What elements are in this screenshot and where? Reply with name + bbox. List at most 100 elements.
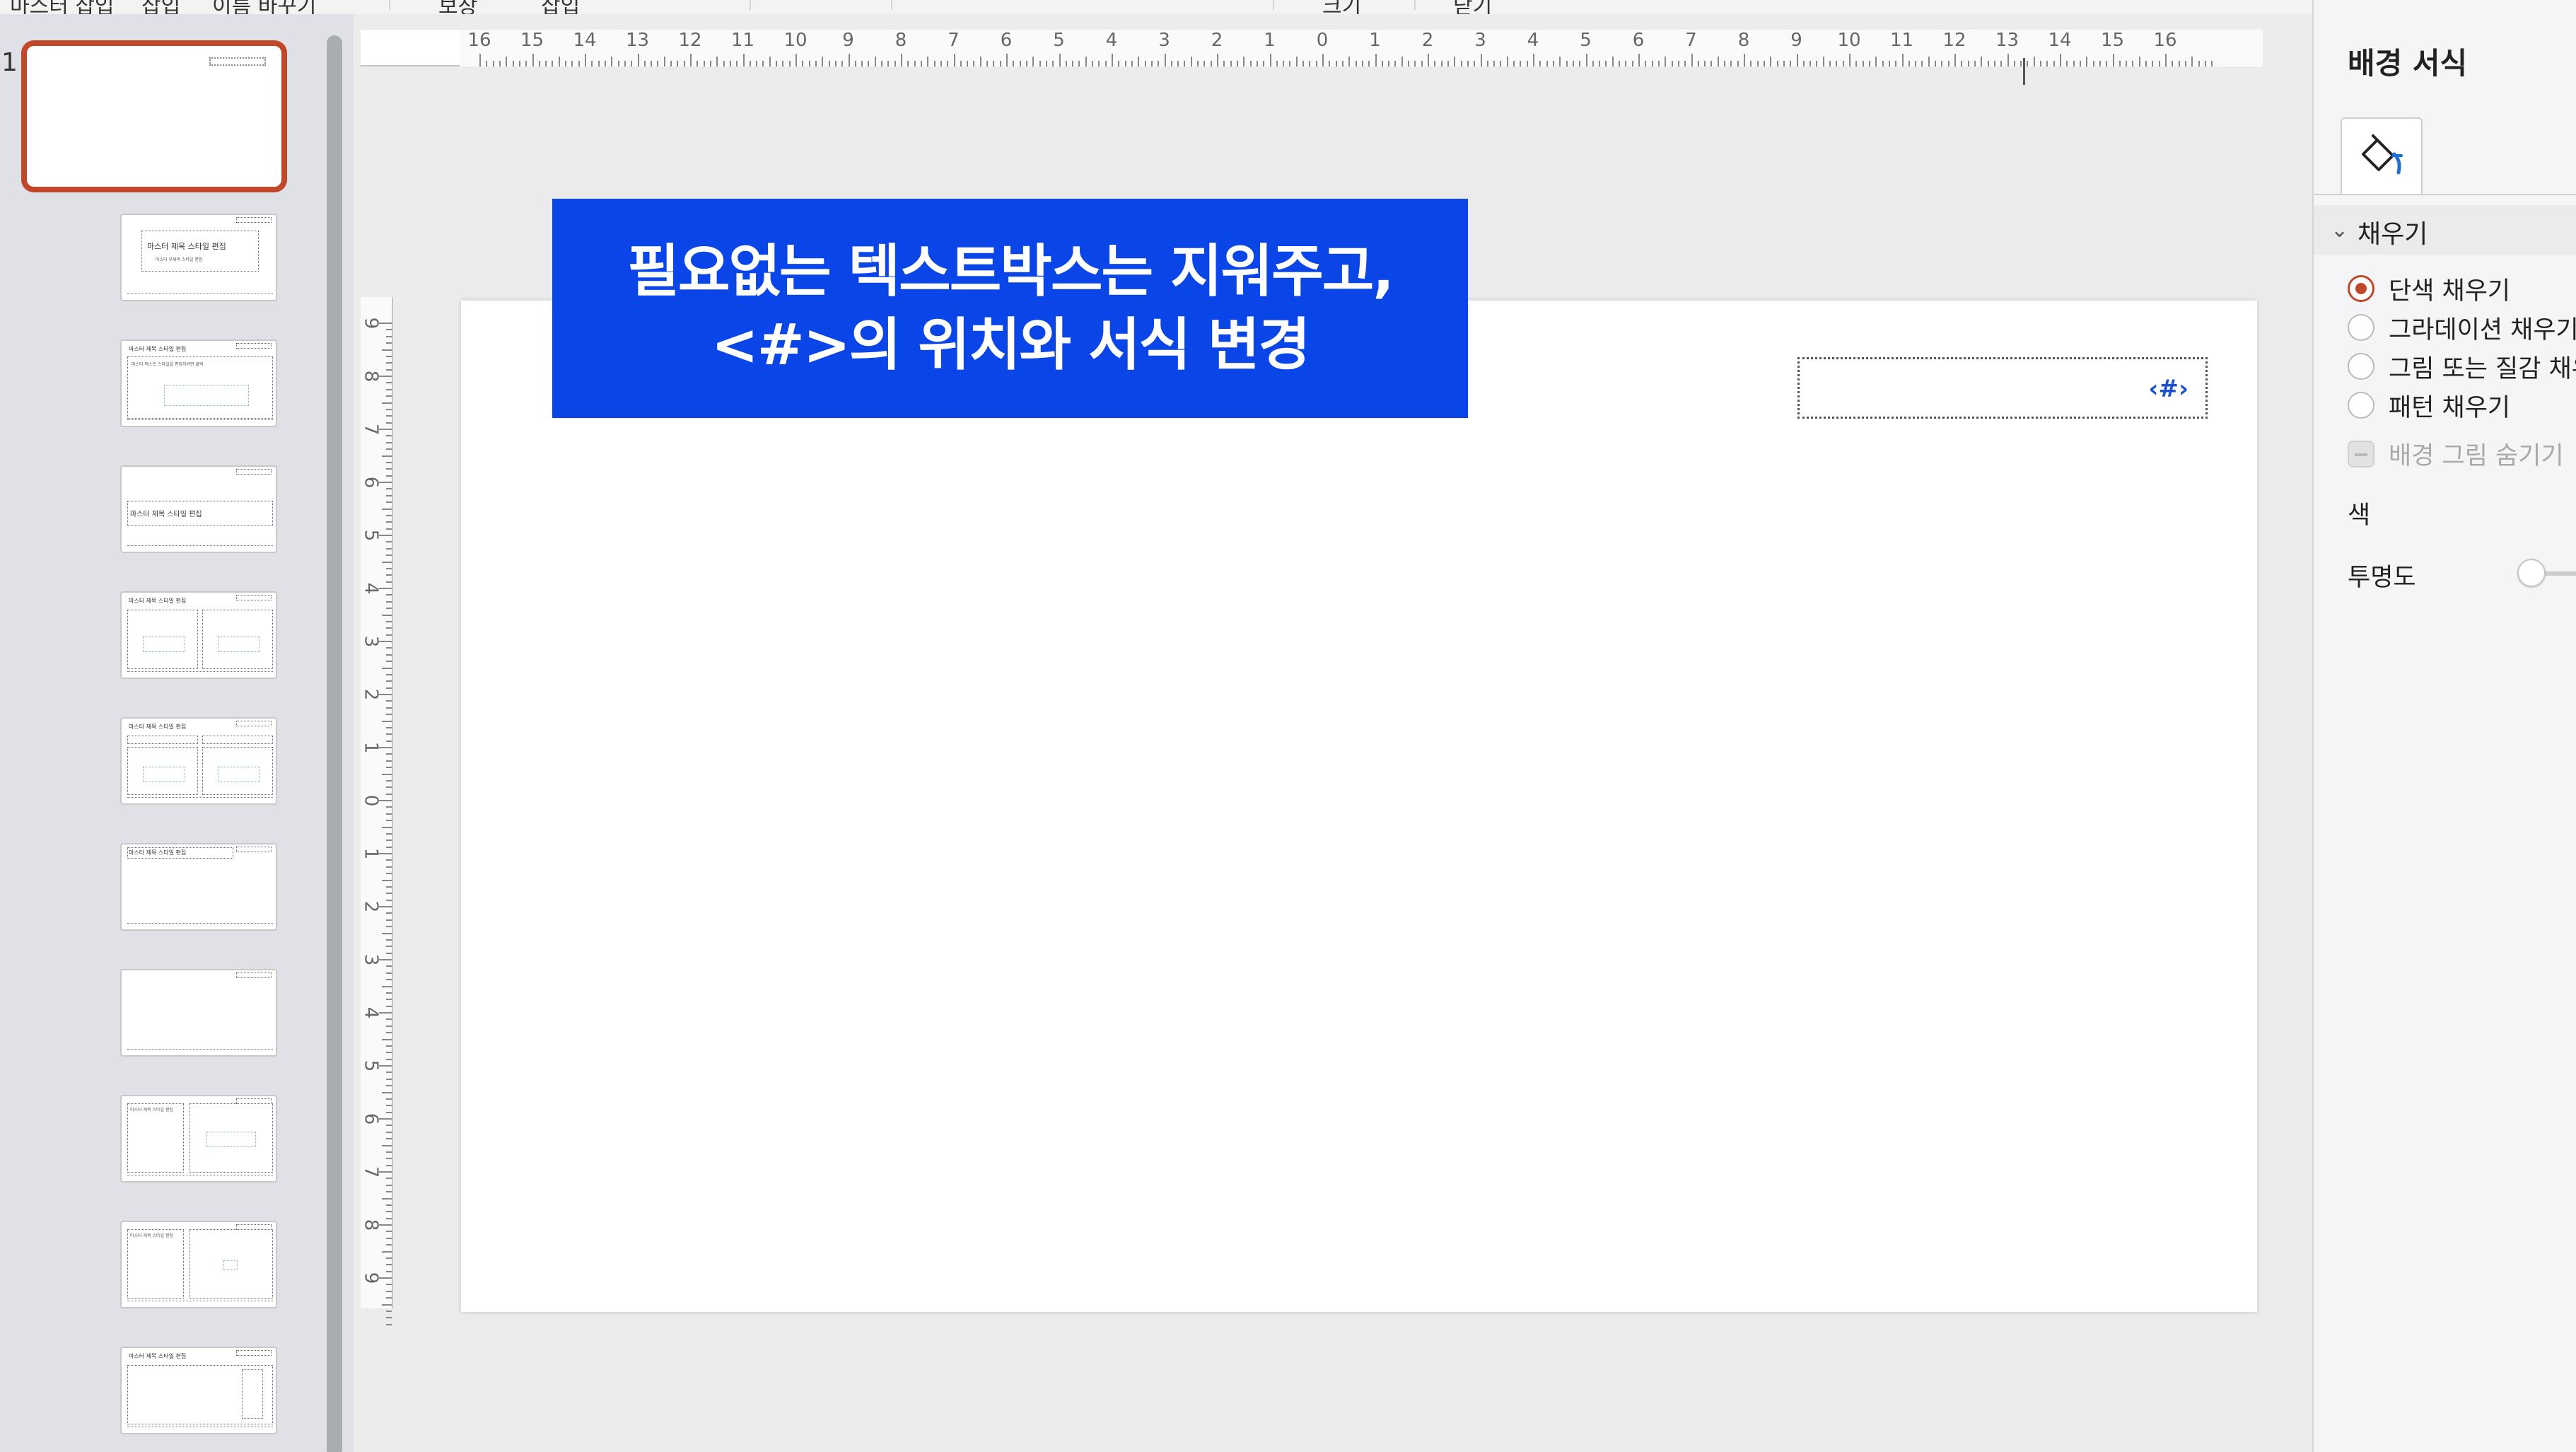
radio-solid-fill[interactable]: 단색 채우기 [2348, 271, 2510, 306]
ruler-tick [1724, 61, 1726, 66]
ribbon-item[interactable]: 삽입 [141, 0, 180, 14]
ruler-label: 13 [1995, 30, 2020, 51]
transparency-slider-knob[interactable] [2517, 559, 2546, 587]
ruler-tick [914, 61, 916, 66]
hide-background-checkbox[interactable]: 배경 그림 숨기기 [2348, 436, 2564, 472]
ruler-tick [1665, 57, 1667, 66]
ruler-tick [1592, 61, 1594, 66]
layout-thumbnail[interactable]: 마스터 제목 스타일 편집 [120, 717, 277, 805]
ruler-tick [604, 61, 606, 66]
ruler-tick [993, 61, 995, 66]
ruler-tick [1552, 61, 1554, 66]
ruler-label: 5 [1580, 30, 1592, 51]
layout-thumbnail[interactable]: 마스터 제목 스타일 편집 [120, 1221, 277, 1308]
page-number-placeholder[interactable]: ‹#› [1797, 357, 2208, 419]
ruler-tick [1164, 54, 1166, 66]
ruler-tick [657, 61, 659, 66]
ruler-label: 16 [2153, 30, 2177, 51]
ruler-tick [386, 1058, 392, 1060]
layout-thumbnail[interactable]: 마스터 제목 스타일 편집 [120, 465, 277, 553]
ruler-tick [1809, 61, 1812, 66]
checkbox[interactable] [2348, 440, 2374, 467]
ruler-tick [1842, 61, 1844, 66]
ruler-tick [386, 661, 392, 663]
ruler-tick [1493, 61, 1496, 66]
radio-button[interactable] [2348, 353, 2374, 380]
ruler-tick [2046, 61, 2048, 66]
ruler-tick [386, 753, 392, 755]
ruler-label: 8 [360, 1219, 382, 1231]
ruler-tick [749, 61, 751, 66]
chevron-down-icon: ⌄ [2331, 218, 2349, 243]
ruler-tick [386, 1270, 392, 1272]
radio-button[interactable] [2348, 392, 2374, 419]
ruler-tick [386, 422, 392, 424]
ruler-label: 12 [678, 30, 702, 51]
ribbon-item[interactable]: 삽입 [541, 0, 580, 14]
radio-gradient-fill[interactable]: 그라데이션 채우기 [2348, 310, 2576, 345]
layout-thumbnail[interactable]: 마스터 제목 스타일 편집 [120, 591, 277, 679]
layout-thumbnail[interactable]: 마스터 제목 스타일 편집 마스터 텍스트 스타일을 편집하려면 클릭 [120, 339, 277, 427]
ruler-tick [386, 608, 392, 610]
ruler-tick [386, 627, 392, 629]
ruler-label: 2 [360, 900, 382, 913]
radio-pattern-fill[interactable]: 패턴 채우기 [2348, 388, 2510, 423]
radio-button[interactable] [2348, 314, 2374, 341]
ruler-tick [386, 912, 392, 914]
layout-thumbnail[interactable] [120, 969, 277, 1057]
ruler-tick [382, 826, 392, 828]
ruler-tick [1691, 54, 1693, 66]
ruler-tick [1408, 61, 1410, 66]
master-slide-thumbnail[interactable] [21, 40, 287, 192]
layout-thumbnail[interactable]: 마스터 제목 스타일 편집 [120, 1095, 277, 1183]
ruler-tick [1315, 61, 1317, 66]
ruler-tick [382, 508, 392, 510]
ruler-tick [386, 1323, 392, 1325]
ruler-tick [1954, 54, 1956, 66]
ruler-tick [643, 61, 646, 66]
slide-master-canvas[interactable]: ‹#› [461, 301, 2257, 1312]
ruler-tick [1625, 61, 1627, 66]
ribbon-item[interactable]: 마스터 삽입 [10, 0, 115, 14]
radio-button[interactable] [2348, 275, 2374, 302]
ruler-tick [2079, 61, 2081, 66]
ruler-tick [386, 1244, 392, 1246]
ruler-tick [382, 667, 392, 669]
ruler-label: 6 [360, 1113, 382, 1125]
ruler-tick [379, 906, 392, 907]
ruler-label: 13 [625, 30, 650, 51]
ruler-tick [762, 61, 764, 66]
layout-thumbnail[interactable]: 마스터 제목 스타일 편집 마스터 부제목 스타일 편집 [120, 214, 277, 301]
layout-thumbnail[interactable]: 마스터 제목 스타일 편집 [120, 843, 277, 931]
ribbon-item[interactable]: 이름 바꾸기 [212, 0, 317, 14]
ruler-tick [382, 1144, 392, 1146]
radio-picture-fill[interactable]: 그림 또는 질감 채우기 [2348, 349, 2576, 384]
ribbon-item[interactable]: 닫기 [1453, 0, 1492, 14]
ruler-tick [379, 1224, 392, 1226]
ruler-tick [1888, 61, 1890, 66]
ruler-tick [1572, 61, 1574, 66]
ruler-tick [386, 620, 392, 622]
ribbon-item[interactable]: 크기 [1322, 0, 1361, 14]
ruler-tick [386, 813, 392, 815]
ruler-tick [2191, 57, 2193, 66]
fill-tab[interactable] [2341, 117, 2423, 194]
thumbnail-scrollbar[interactable] [327, 35, 342, 1452]
ruler-tick [1744, 54, 1745, 66]
ruler-tick [1085, 57, 1087, 66]
ruler-tick [386, 1032, 392, 1034]
ruler-label: 3 [1158, 30, 1170, 51]
ruler-label: 5 [360, 529, 382, 542]
ruler-tick [1243, 57, 1245, 66]
ruler-tick [1295, 57, 1298, 66]
fill-section-header[interactable]: ⌄ 채우기 [2314, 205, 2576, 255]
ruler-tick [1796, 54, 1798, 66]
ribbon-item[interactable]: 보장 [438, 0, 477, 14]
ruler-tick [2126, 61, 2128, 66]
ruler-tick [1855, 61, 1858, 66]
pane-title: 배경 서식 [2348, 46, 2468, 81]
ruler-tick [2138, 57, 2140, 66]
layout-thumbnail[interactable]: 마스터 제목 스타일 편집 [120, 1347, 277, 1434]
ruler-tick [386, 893, 392, 895]
ruler-tick [1052, 61, 1054, 66]
